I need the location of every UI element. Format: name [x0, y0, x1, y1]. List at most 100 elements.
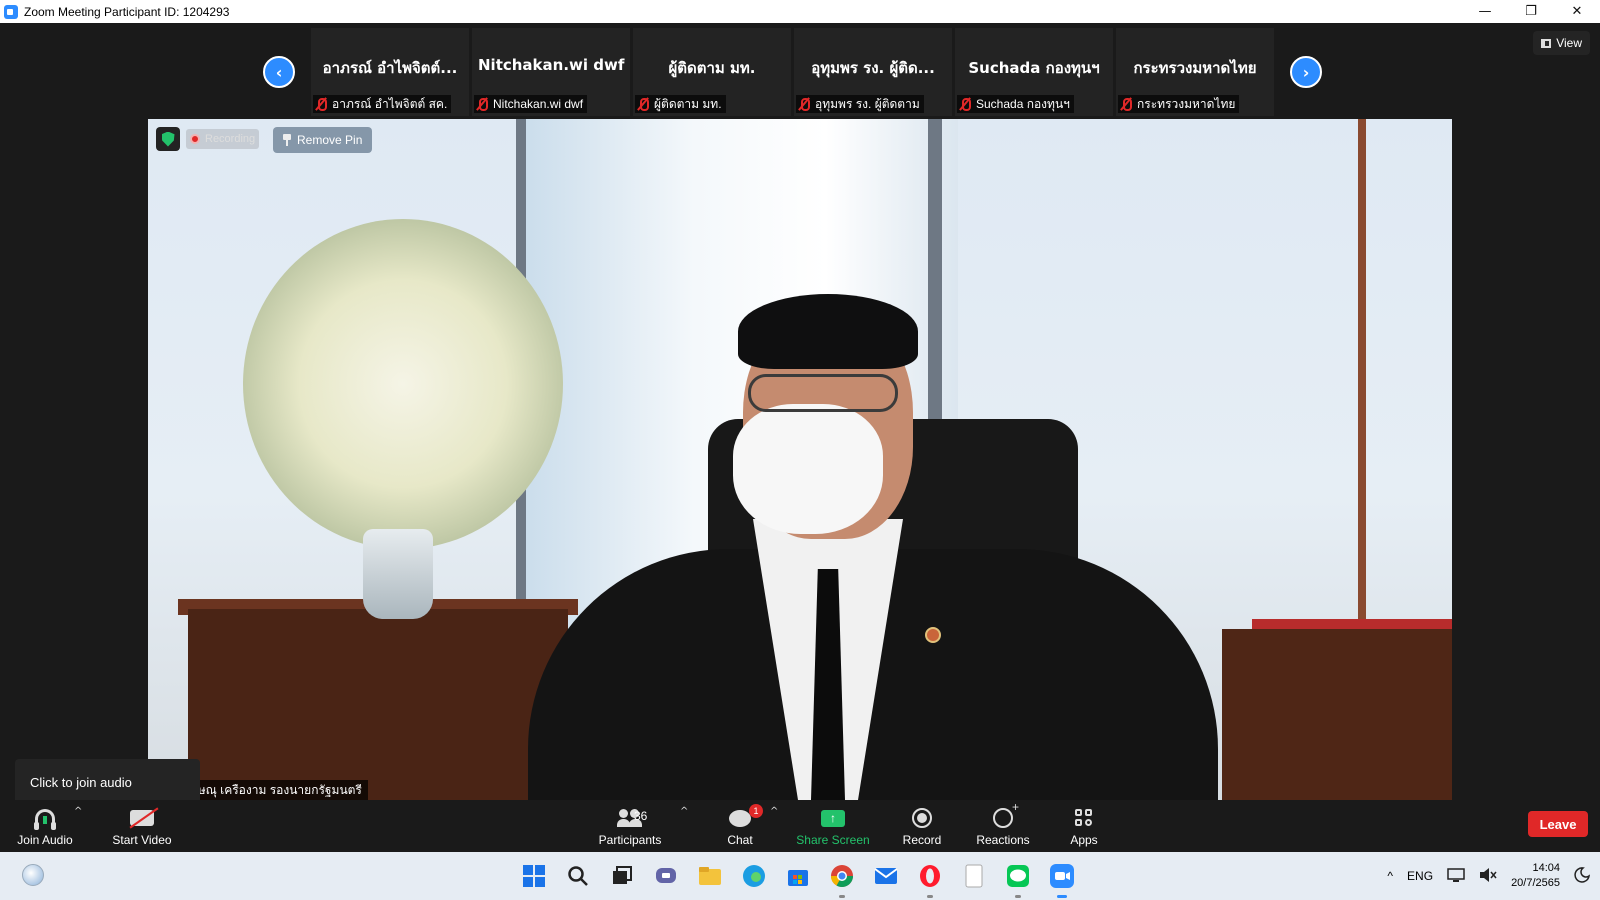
- participant-tile-label: กระทรวงมหาดไทย: [1118, 95, 1240, 113]
- security-shield-button[interactable]: [156, 127, 180, 151]
- windows-start-icon[interactable]: [520, 862, 548, 890]
- participant-label-text: Nitchakan.wi dwf: [493, 97, 584, 111]
- mic-muted-icon: [1120, 97, 1132, 111]
- gallery-tiles: อาภรณ์ อำไพจิตต์... อาภรณ์ อำไพจิตต์ สค.…: [311, 28, 1274, 116]
- share-screen-icon: ↑: [821, 809, 845, 827]
- start-video-label: Start Video: [112, 833, 172, 847]
- reactions-button[interactable]: Reactions: [975, 800, 1031, 852]
- pinned-speaker-video[interactable]: Recording Remove Pin นายวิษณุ เครืองาม ร…: [148, 119, 1452, 800]
- participant-tile-name: กระทรวงมหาดไทย: [1133, 59, 1257, 77]
- input-language[interactable]: ENG: [1407, 869, 1433, 883]
- edge-icon[interactable]: [740, 862, 768, 890]
- tray-overflow-caret[interactable]: ^: [1387, 869, 1393, 883]
- recording-indicator[interactable]: Recording: [186, 129, 260, 149]
- widgets-icon[interactable]: [22, 864, 44, 886]
- volume-icon[interactable]: [1479, 867, 1497, 886]
- participants-options-caret[interactable]: ^: [680, 806, 688, 817]
- view-button[interactable]: View: [1533, 31, 1590, 55]
- mail-icon[interactable]: [872, 862, 900, 890]
- chat-options-caret[interactable]: ^: [770, 806, 778, 817]
- microsoft-store-icon[interactable]: [784, 862, 812, 890]
- zoom-icon[interactable]: [1048, 862, 1076, 898]
- video-vase: [363, 529, 433, 619]
- video-person-mask: [733, 404, 883, 534]
- close-button[interactable]: ✕: [1554, 0, 1600, 23]
- join-audio-tooltip: Click to join audio: [15, 759, 200, 812]
- record-button[interactable]: Record: [900, 800, 944, 852]
- audio-options-caret[interactable]: ^: [74, 806, 82, 817]
- participant-label-text: อาภรณ์ อำไพจิตต์ สค.: [332, 96, 448, 111]
- start-video-button[interactable]: Start Video: [107, 800, 177, 852]
- window-titlebar: Zoom Meeting Participant ID: 1204293 — ❐…: [0, 0, 1600, 23]
- recording-label: Recording: [205, 133, 256, 145]
- view-button-label: View: [1556, 36, 1582, 50]
- participant-tile-label: Nitchakan.wi dwf: [474, 95, 588, 113]
- opera-icon[interactable]: [916, 862, 944, 898]
- window-controls: — ❐ ✕: [1462, 0, 1600, 23]
- share-screen-label: Share Screen: [796, 833, 870, 847]
- chevron-right-icon: ›: [1302, 62, 1310, 82]
- network-icon[interactable]: [1447, 867, 1465, 886]
- join-audio-label: Join Audio: [17, 833, 73, 847]
- meeting-area: View ‹ อาภรณ์ อำไพจิตต์... อาภรณ์ อำไพจิ…: [0, 23, 1600, 812]
- pin-icon: [283, 134, 291, 146]
- search-icon[interactable]: [564, 862, 592, 890]
- leave-button[interactable]: Leave: [1528, 811, 1588, 837]
- video-desk: [188, 609, 568, 800]
- participant-tile[interactable]: Nitchakan.wi dwf Nitchakan.wi dwf: [472, 28, 630, 116]
- task-view-icon[interactable]: [608, 862, 636, 890]
- remove-pin-label: Remove Pin: [297, 133, 363, 147]
- zoom-app-icon: [4, 4, 18, 19]
- participant-tile[interactable]: ผู้ติดตาม มท. ผู้ติดตาม มท.: [633, 28, 791, 116]
- participants-button[interactable]: 36 Participants: [598, 800, 662, 852]
- meeting-toolbar: Join Audio ^ Start Video 36 Participants…: [0, 800, 1600, 852]
- clock-time: 14:04: [1532, 862, 1560, 874]
- chat-icon: 1: [729, 803, 763, 827]
- participant-tile[interactable]: กระทรวงมหาดไทย กระทรวงมหาดไทย: [1116, 28, 1274, 116]
- notepad-icon[interactable]: [960, 862, 988, 890]
- headphones-icon: [34, 809, 56, 830]
- reactions-label: Reactions: [976, 833, 1030, 847]
- remove-pin-button[interactable]: Remove Pin: [273, 127, 373, 153]
- line-icon[interactable]: [1004, 862, 1032, 898]
- record-icon: [912, 808, 932, 828]
- participant-tile-label: Suchada กองทุนฯ: [957, 95, 1074, 113]
- participant-tile[interactable]: อาภรณ์ อำไพจิตต์... อาภรณ์ อำไพจิตต์ สค.: [311, 28, 469, 116]
- tooltip-text: Click to join audio: [30, 775, 132, 790]
- windows-taskbar: ^ ENG 14:04 20/7/2565: [0, 852, 1600, 900]
- mic-muted-icon: [315, 97, 327, 111]
- gallery-next-button[interactable]: ›: [1290, 56, 1322, 88]
- participants-count: 36: [634, 809, 648, 823]
- chat-button[interactable]: 1 Chat: [720, 800, 763, 852]
- minimize-button[interactable]: —: [1462, 0, 1508, 23]
- apps-label: Apps: [1070, 833, 1098, 847]
- chevron-left-icon: ‹: [275, 62, 283, 82]
- participant-label-text: อุทุมพร รง. ผู้ติดตาม: [815, 96, 920, 111]
- chrome-icon[interactable]: [828, 862, 856, 898]
- video-lapel-pin: [925, 627, 941, 643]
- participant-tile-name: Suchada กองทุนฯ: [968, 59, 1100, 77]
- participant-tile-name: Nitchakan.wi dwf: [478, 56, 625, 74]
- chat-label: Chat: [727, 833, 753, 847]
- notifications-icon[interactable]: [1574, 866, 1591, 886]
- join-audio-button[interactable]: Join Audio: [15, 800, 75, 852]
- share-screen-button[interactable]: ↑ Share Screen: [796, 800, 870, 852]
- file-explorer-icon[interactable]: [696, 862, 724, 890]
- participant-tile-label: อาภรณ์ อำไพจิตต์ สค.: [313, 95, 452, 113]
- mic-muted-icon: [637, 97, 649, 111]
- participant-tile[interactable]: อุทุมพร รง. ผู้ติด... อุทุมพร รง. ผู้ติด…: [794, 28, 952, 116]
- participant-label-text: ผู้ติดตาม มท.: [654, 96, 722, 111]
- participant-tile[interactable]: Suchada กองทุนฯ Suchada กองทุนฯ: [955, 28, 1113, 116]
- apps-button[interactable]: Apps: [1067, 800, 1101, 852]
- mic-muted-icon: [959, 97, 971, 111]
- mic-muted-icon: [476, 97, 488, 111]
- video-side-table: [1222, 629, 1452, 800]
- teams-chat-icon[interactable]: [652, 862, 680, 890]
- video-person-glasses: [748, 374, 898, 412]
- restore-button[interactable]: ❐: [1508, 0, 1554, 23]
- window-title: Zoom Meeting Participant ID: 1204293: [24, 4, 230, 19]
- record-label: Record: [902, 833, 942, 847]
- gallery-prev-button[interactable]: ‹: [263, 56, 295, 88]
- recording-dot-icon: [190, 134, 200, 144]
- taskbar-clock[interactable]: 14:04 20/7/2565: [1511, 861, 1560, 891]
